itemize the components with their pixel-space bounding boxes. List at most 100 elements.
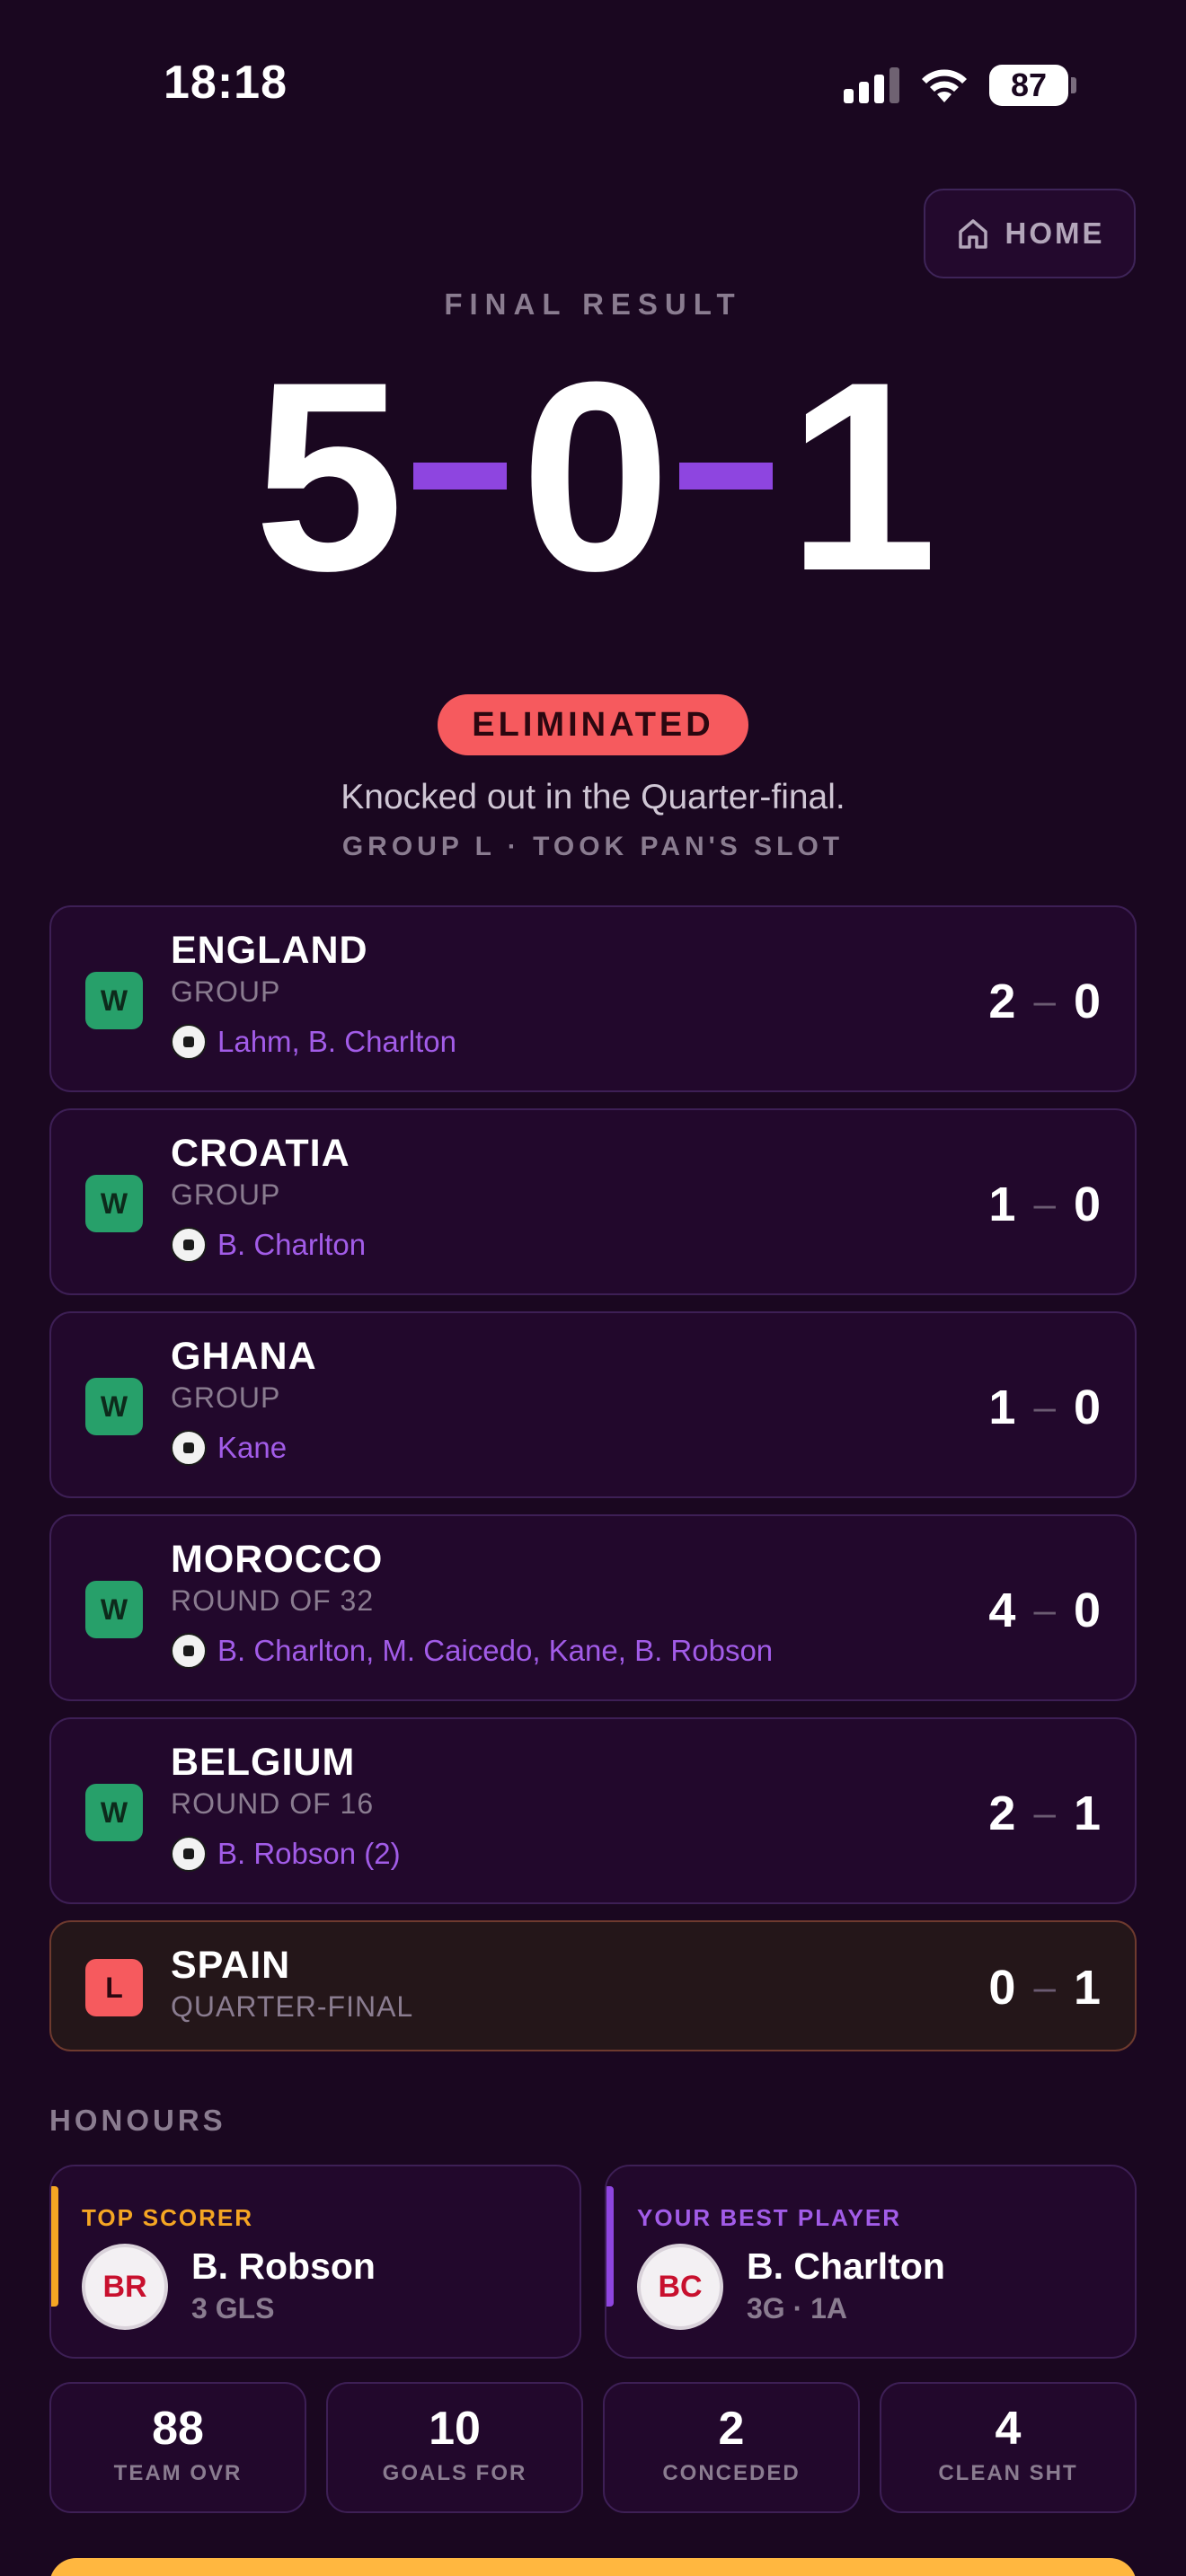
match-card: W MOROCCO ROUND OF 32 B. Charlton, M. Ca… xyxy=(49,1514,1137,1701)
primary-action-button[interactable] xyxy=(49,2558,1137,2576)
stat-label: CLEAN SHT xyxy=(938,2461,1078,2485)
result-badge: L xyxy=(85,1959,143,2016)
match-score: 2 – 0 xyxy=(988,974,1101,1029)
goals-for: 0 xyxy=(988,1961,1016,2015)
eliminated-badge: ELIMINATED xyxy=(438,694,748,755)
result-badge: W xyxy=(85,1378,143,1435)
match-stage: ROUND OF 32 xyxy=(171,1584,375,1617)
top-scorer-label: TOP SCORER xyxy=(82,2204,253,2231)
scorers: B. Charlton, M. Caicedo, Kane, B. Robson xyxy=(171,1633,773,1669)
match-score: 4 – 0 xyxy=(988,1583,1101,1638)
avatar: BR xyxy=(82,2244,168,2330)
match-stage: GROUP xyxy=(171,1178,281,1211)
opponent-name: BELGIUM xyxy=(171,1741,356,1784)
match-stage: ROUND OF 16 xyxy=(171,1787,375,1820)
goals-against: 0 xyxy=(1073,975,1101,1028)
opponent-name: CROATIA xyxy=(171,1132,350,1175)
stat-goals-for: 10 GOALS FOR xyxy=(326,2382,583,2513)
scorers: B. Charlton xyxy=(171,1227,366,1263)
record-score: 5 0 1 xyxy=(0,341,1186,611)
player-stats: 3G · 1A xyxy=(747,2292,848,2325)
scorers-list: Lahm, B. Charlton xyxy=(217,1025,456,1058)
result-screen: 18:18 87 HOME FINAL RESULT 5 0 1 ELIMINA… xyxy=(0,0,1186,2576)
stat-label: TEAM OVR xyxy=(113,2461,243,2485)
wins-count: 5 xyxy=(253,325,404,627)
stat-value: 4 xyxy=(995,2403,1022,2455)
goals-against: 1 xyxy=(1073,1786,1101,1840)
opponent-name: SPAIN xyxy=(171,1944,291,1987)
stat-clean-sheets: 4 CLEAN SHT xyxy=(880,2382,1137,2513)
status-icons: 87 xyxy=(844,65,1076,106)
goals-for: 1 xyxy=(988,1178,1016,1231)
stat-conceded: 2 CONCEDED xyxy=(603,2382,860,2513)
home-label: HOME xyxy=(1005,216,1105,250)
score-dash xyxy=(679,463,774,490)
result-badge: W xyxy=(85,1175,143,1232)
draws-count: 0 xyxy=(520,325,671,627)
losses-count: 1 xyxy=(787,325,937,627)
soccer-ball-icon xyxy=(171,1227,207,1263)
goals-against: 0 xyxy=(1073,1381,1101,1434)
goals-for: 2 xyxy=(988,975,1016,1028)
result-badge: W xyxy=(85,1581,143,1638)
soccer-ball-icon xyxy=(171,1836,207,1872)
cellular-signal-icon xyxy=(844,67,899,103)
score-separator: – xyxy=(1033,979,1056,1023)
soccer-ball-icon xyxy=(171,1430,207,1466)
best-player-label: YOUR BEST PLAYER xyxy=(637,2204,901,2231)
opponent-name: GHANA xyxy=(171,1335,317,1378)
stat-value: 10 xyxy=(429,2403,481,2455)
opponent-name: ENGLAND xyxy=(171,929,368,972)
soccer-ball-icon xyxy=(171,1024,207,1060)
match-card: W ENGLAND GROUP Lahm, B. Charlton 2 – 0 xyxy=(49,905,1137,1092)
stat-team-ovr: 88 TEAM OVR xyxy=(49,2382,306,2513)
wifi-icon xyxy=(922,69,967,102)
score-separator: – xyxy=(1033,1588,1056,1632)
goals-for: 2 xyxy=(988,1786,1016,1840)
match-score: 0 – 1 xyxy=(988,1960,1101,2016)
score-dash xyxy=(412,463,507,490)
battery-icon: 87 xyxy=(989,65,1076,106)
player-stats: 3 GLS xyxy=(191,2292,275,2325)
soccer-ball-icon xyxy=(171,1633,207,1669)
goals-for: 1 xyxy=(988,1381,1016,1434)
match-score: 1 – 0 xyxy=(988,1177,1101,1232)
scorers-list: B. Charlton, M. Caicedo, Kane, B. Robson xyxy=(217,1634,774,1667)
match-score: 2 – 1 xyxy=(988,1786,1101,1841)
match-stage: QUARTER-FINAL xyxy=(171,1990,414,2023)
result-badge: W xyxy=(85,1784,143,1841)
stat-value: 88 xyxy=(152,2403,204,2455)
score-separator: – xyxy=(1033,1965,1056,2009)
stat-label: CONCEDED xyxy=(662,2461,801,2485)
scorers-list: Kane xyxy=(217,1431,288,1464)
stat-value: 2 xyxy=(718,2403,745,2455)
goals-against: 1 xyxy=(1073,1961,1101,2015)
match-card: L SPAIN QUARTER-FINAL 0 – 1 xyxy=(49,1920,1137,2051)
match-score: 1 – 0 xyxy=(988,1380,1101,1435)
opponent-name: MOROCCO xyxy=(171,1538,384,1581)
accent-bar xyxy=(606,2186,614,2307)
avatar: BC xyxy=(637,2244,723,2330)
home-icon xyxy=(958,219,987,249)
scorers: B. Robson (2) xyxy=(171,1836,401,1872)
battery-level: 87 xyxy=(989,65,1068,106)
goals-against: 0 xyxy=(1073,1178,1101,1231)
match-card: W GHANA GROUP Kane 1 – 0 xyxy=(49,1311,1137,1498)
result-description: Knocked out in the Quarter-final. xyxy=(341,778,845,816)
accent-bar xyxy=(51,2186,58,2307)
match-stage: GROUP xyxy=(171,1381,281,1414)
scorers: Kane xyxy=(171,1430,287,1466)
stat-label: GOALS FOR xyxy=(382,2461,527,2485)
player-name: B. Charlton xyxy=(747,2245,945,2287)
score-separator: – xyxy=(1033,1182,1056,1226)
player-name: B. Robson xyxy=(191,2245,376,2287)
scorers-list: B. Charlton xyxy=(217,1228,367,1261)
top-scorer-card: TOP SCORER BR B. Robson 3 GLS xyxy=(49,2165,581,2359)
goals-against: 0 xyxy=(1073,1584,1101,1637)
scorers: Lahm, B. Charlton xyxy=(171,1024,456,1060)
home-button[interactable]: HOME xyxy=(924,189,1136,278)
match-card: W CROATIA GROUP B. Charlton 1 – 0 xyxy=(49,1108,1137,1295)
score-separator: – xyxy=(1033,1385,1056,1429)
result-subline: GROUP L · TOOK PAN'S SLOT xyxy=(341,832,845,861)
goals-for: 4 xyxy=(988,1584,1016,1637)
